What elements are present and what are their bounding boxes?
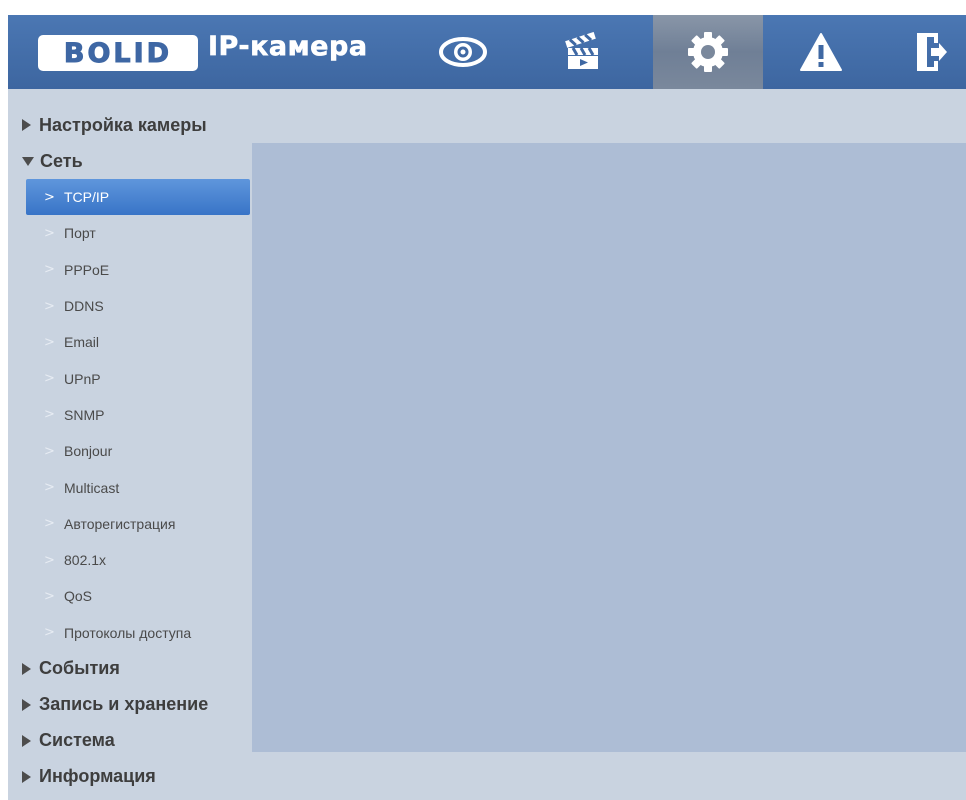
sidebar-item-label: Multicast xyxy=(64,479,120,496)
section-label: Настройка камеры xyxy=(39,114,207,135)
chevron-right-icon: > xyxy=(44,480,55,496)
content-panel xyxy=(252,143,966,752)
chevron-right-icon: > xyxy=(44,407,55,423)
top-header: BOLID IP-камера xyxy=(8,15,966,89)
section-system[interactable]: Система xyxy=(8,723,252,759)
sidebar-item-auto-registration[interactable]: > Авторегистрация xyxy=(26,506,250,542)
section-label: Сеть xyxy=(40,150,83,171)
section-label: Система xyxy=(39,730,115,751)
live-view-button[interactable] xyxy=(408,15,518,89)
alarm-button[interactable] xyxy=(766,15,876,89)
settings-sidebar: Настройка камеры Сеть > TCP/IP > Порт > … xyxy=(8,107,252,795)
chevron-right-icon: > xyxy=(44,225,55,241)
sidebar-item-label: Порт xyxy=(64,225,96,242)
section-label: События xyxy=(39,658,120,679)
section-network[interactable]: Сеть xyxy=(8,143,252,179)
sidebar-item-access-protocols[interactable]: > Протоколы доступа xyxy=(26,615,250,651)
sidebar-item-label: 802.1x xyxy=(64,552,107,569)
sidebar-item-qos[interactable]: > QoS xyxy=(26,578,250,614)
app-title: IP-камера xyxy=(208,31,368,63)
section-camera-settings[interactable]: Настройка камеры xyxy=(8,107,252,143)
sidebar-item-pppoe[interactable]: > PPPoE xyxy=(26,252,250,288)
sidebar-item-label: UPnP xyxy=(64,370,101,387)
expanded-arrow-icon xyxy=(22,156,34,166)
gear-icon xyxy=(686,30,730,74)
section-events[interactable]: События xyxy=(8,651,252,687)
chevron-right-icon: > xyxy=(44,552,55,568)
brand-logo: BOLID xyxy=(38,35,198,71)
setup-button[interactable] xyxy=(653,15,763,89)
sidebar-item-snmp[interactable]: > SNMP xyxy=(26,397,250,433)
logout-button[interactable] xyxy=(886,15,966,89)
content-top-strip xyxy=(252,107,966,143)
chevron-right-icon: > xyxy=(44,625,55,641)
sidebar-item-label: Авторегистрация xyxy=(64,515,176,532)
section-label: Запись и хранение xyxy=(39,694,209,715)
section-record-storage[interactable]: Запись и хранение xyxy=(8,687,252,723)
sidebar-item-label: TCP/IP xyxy=(64,189,110,206)
sidebar-item-ddns[interactable]: > DDNS xyxy=(26,288,250,324)
exit-icon xyxy=(914,31,948,73)
section-information[interactable]: Информация xyxy=(8,759,252,795)
sidebar-item-multicast[interactable]: > Multicast xyxy=(26,469,250,505)
sidebar-item-label: SNMP xyxy=(64,406,105,423)
app-window: BOLID IP-камера Настройка камеры Сеть > … xyxy=(8,15,966,800)
collapsed-arrow-icon xyxy=(22,119,31,131)
chevron-right-icon: > xyxy=(44,516,55,532)
sidebar-item-label: Email xyxy=(64,334,100,351)
chevron-right-icon: > xyxy=(44,298,55,314)
collapsed-arrow-icon xyxy=(22,662,31,675)
warning-icon xyxy=(799,32,843,72)
chevron-right-icon: > xyxy=(44,588,55,604)
sidebar-item-port[interactable]: > Порт xyxy=(26,215,250,251)
chevron-right-icon: > xyxy=(44,371,55,387)
chevron-right-icon: > xyxy=(44,189,55,205)
sidebar-item-label: PPPoE xyxy=(64,261,110,278)
sidebar-item-label: DDNS xyxy=(64,298,104,315)
chevron-right-icon: > xyxy=(44,334,55,350)
sidebar-item-label: Bonjour xyxy=(64,443,113,460)
sidebar-item-8021x[interactable]: > 802.1x xyxy=(26,542,250,578)
playback-button[interactable] xyxy=(528,15,638,89)
collapsed-arrow-icon xyxy=(22,734,31,747)
sidebar-item-email[interactable]: > Email xyxy=(26,324,250,360)
logo-text: BOLID xyxy=(63,37,173,69)
chevron-right-icon: > xyxy=(44,443,55,459)
section-label: Информация xyxy=(39,766,156,787)
clapperboard-icon xyxy=(563,32,603,72)
sidebar-item-label: Протоколы доступа xyxy=(64,624,192,641)
chevron-right-icon: > xyxy=(44,262,55,278)
sidebar-item-tcpip[interactable]: > TCP/IP xyxy=(26,179,250,216)
sidebar-item-upnp[interactable]: > UPnP xyxy=(26,360,250,396)
sidebar-item-bonjour[interactable]: > Bonjour xyxy=(26,433,250,469)
collapsed-arrow-icon xyxy=(22,770,31,783)
collapsed-arrow-icon xyxy=(22,698,31,711)
sidebar-item-label: QoS xyxy=(64,588,93,605)
eye-icon xyxy=(438,35,488,69)
